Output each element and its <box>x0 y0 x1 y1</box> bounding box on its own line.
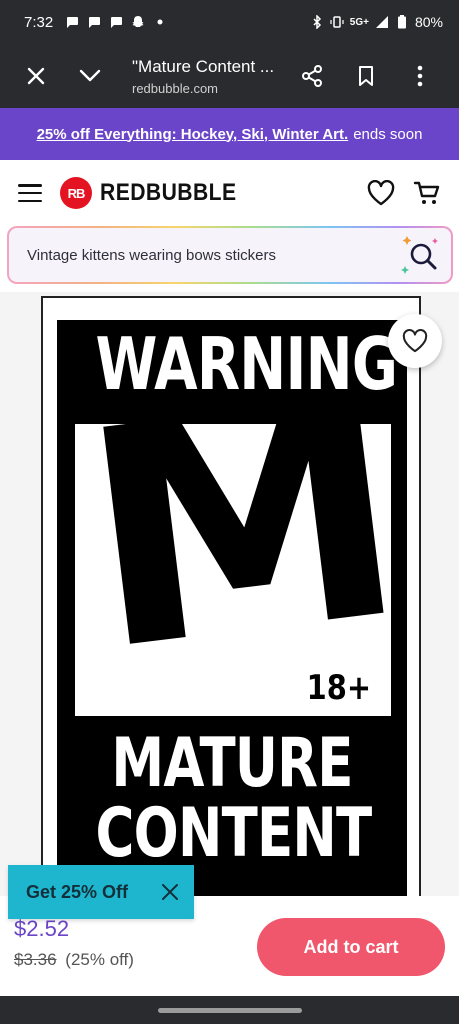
favorite-button[interactable] <box>388 314 442 368</box>
sticker-artwork: WARNING M 18+ MATURE CONTENT <box>41 296 421 902</box>
toolbar-actions <box>282 54 442 98</box>
gesture-handle[interactable] <box>157 1007 302 1013</box>
search-inner: Vintage kittens wearing bows stickers <box>9 228 451 282</box>
sparkle-search-icon <box>401 236 438 274</box>
status-right: 5G+ 80% <box>310 14 443 30</box>
status-time: 7:32 <box>24 13 54 31</box>
status-left: 7:32 <box>24 14 167 31</box>
message-notification-icon <box>67 17 79 28</box>
heart-icon <box>402 329 428 353</box>
message-notification-icon <box>89 17 101 28</box>
current-price: $2.52 <box>14 916 70 941</box>
mature-text: MATURE <box>111 724 353 803</box>
page-title-block[interactable]: "Mature Content ... redbubble.com <box>132 57 282 96</box>
page-title: "Mature Content ... <box>132 56 275 76</box>
close-icon <box>27 67 45 85</box>
original-price: $3.36 <box>14 950 57 969</box>
snapchat-icon <box>132 16 144 27</box>
original-price-row: $3.36 (25% off) <box>14 950 134 970</box>
age-label: 18+ <box>306 668 372 708</box>
header-actions <box>367 180 441 206</box>
cart-icon[interactable] <box>413 180 441 206</box>
search-button[interactable] <box>399 230 443 280</box>
discount-label: (25% off) <box>65 950 134 969</box>
logo[interactable]: RB REDBUBBLE <box>60 177 255 209</box>
coupon-banner[interactable]: Get 25% Off <box>8 865 194 919</box>
page-domain: redbubble.com <box>132 80 218 96</box>
share-button[interactable] <box>290 54 334 98</box>
close-icon[interactable] <box>160 882 180 902</box>
promo-link[interactable]: 25% off Everything: Hockey, Ski, Winter … <box>37 126 349 143</box>
search-bar[interactable]: Vintage kittens wearing bows stickers <box>7 226 453 284</box>
bookmark-button[interactable] <box>344 54 388 98</box>
promo-banner: 25% off Everything: Hockey, Ski, Winter … <box>0 108 459 160</box>
bookmark-icon <box>359 66 373 86</box>
status-bar: 7:32 5G+ 80% <box>0 0 459 44</box>
battery-percent: 80% <box>414 14 443 30</box>
menu-icon[interactable] <box>18 184 42 202</box>
bluetooth-icon <box>313 15 321 29</box>
chat-notification-icon <box>111 17 123 28</box>
close-tab-button[interactable] <box>14 54 58 98</box>
logo-mark: RB <box>60 177 92 209</box>
chevron-down-icon <box>79 69 101 82</box>
minimize-button[interactable] <box>68 54 112 98</box>
coupon-label: Get 25% Off <box>26 881 129 902</box>
network-type: 5G+ <box>349 16 369 28</box>
share-icon <box>302 65 322 87</box>
logo-text: REDBUBBLE <box>100 179 237 206</box>
more-vertical-icon <box>417 65 423 87</box>
system-nav-bar <box>0 996 459 1024</box>
browser-toolbar: "Mature Content ... redbubble.com <box>0 44 459 108</box>
promo-suffix: ends soon <box>353 125 423 143</box>
product-image[interactable]: WARNING M 18+ MATURE CONTENT <box>0 292 459 902</box>
battery-icon <box>397 15 406 29</box>
site-header: RB REDBUBBLE <box>0 160 459 226</box>
search-input[interactable]: Vintage kittens wearing bows stickers <box>27 247 276 264</box>
signal-icon <box>375 16 388 28</box>
dot-icon <box>157 19 163 25</box>
rating-box: M 18+ <box>67 333 421 718</box>
wishlist-heart-icon[interactable] <box>367 180 395 206</box>
content-text: CONTENT <box>95 794 373 873</box>
rating-letter: M <box>67 333 422 718</box>
add-to-cart-button[interactable]: Add to cart <box>257 918 445 976</box>
more-options-button[interactable] <box>398 54 442 98</box>
sticker-black-frame: WARNING M 18+ MATURE CONTENT <box>57 320 421 900</box>
vibrate-icon <box>330 16 344 28</box>
